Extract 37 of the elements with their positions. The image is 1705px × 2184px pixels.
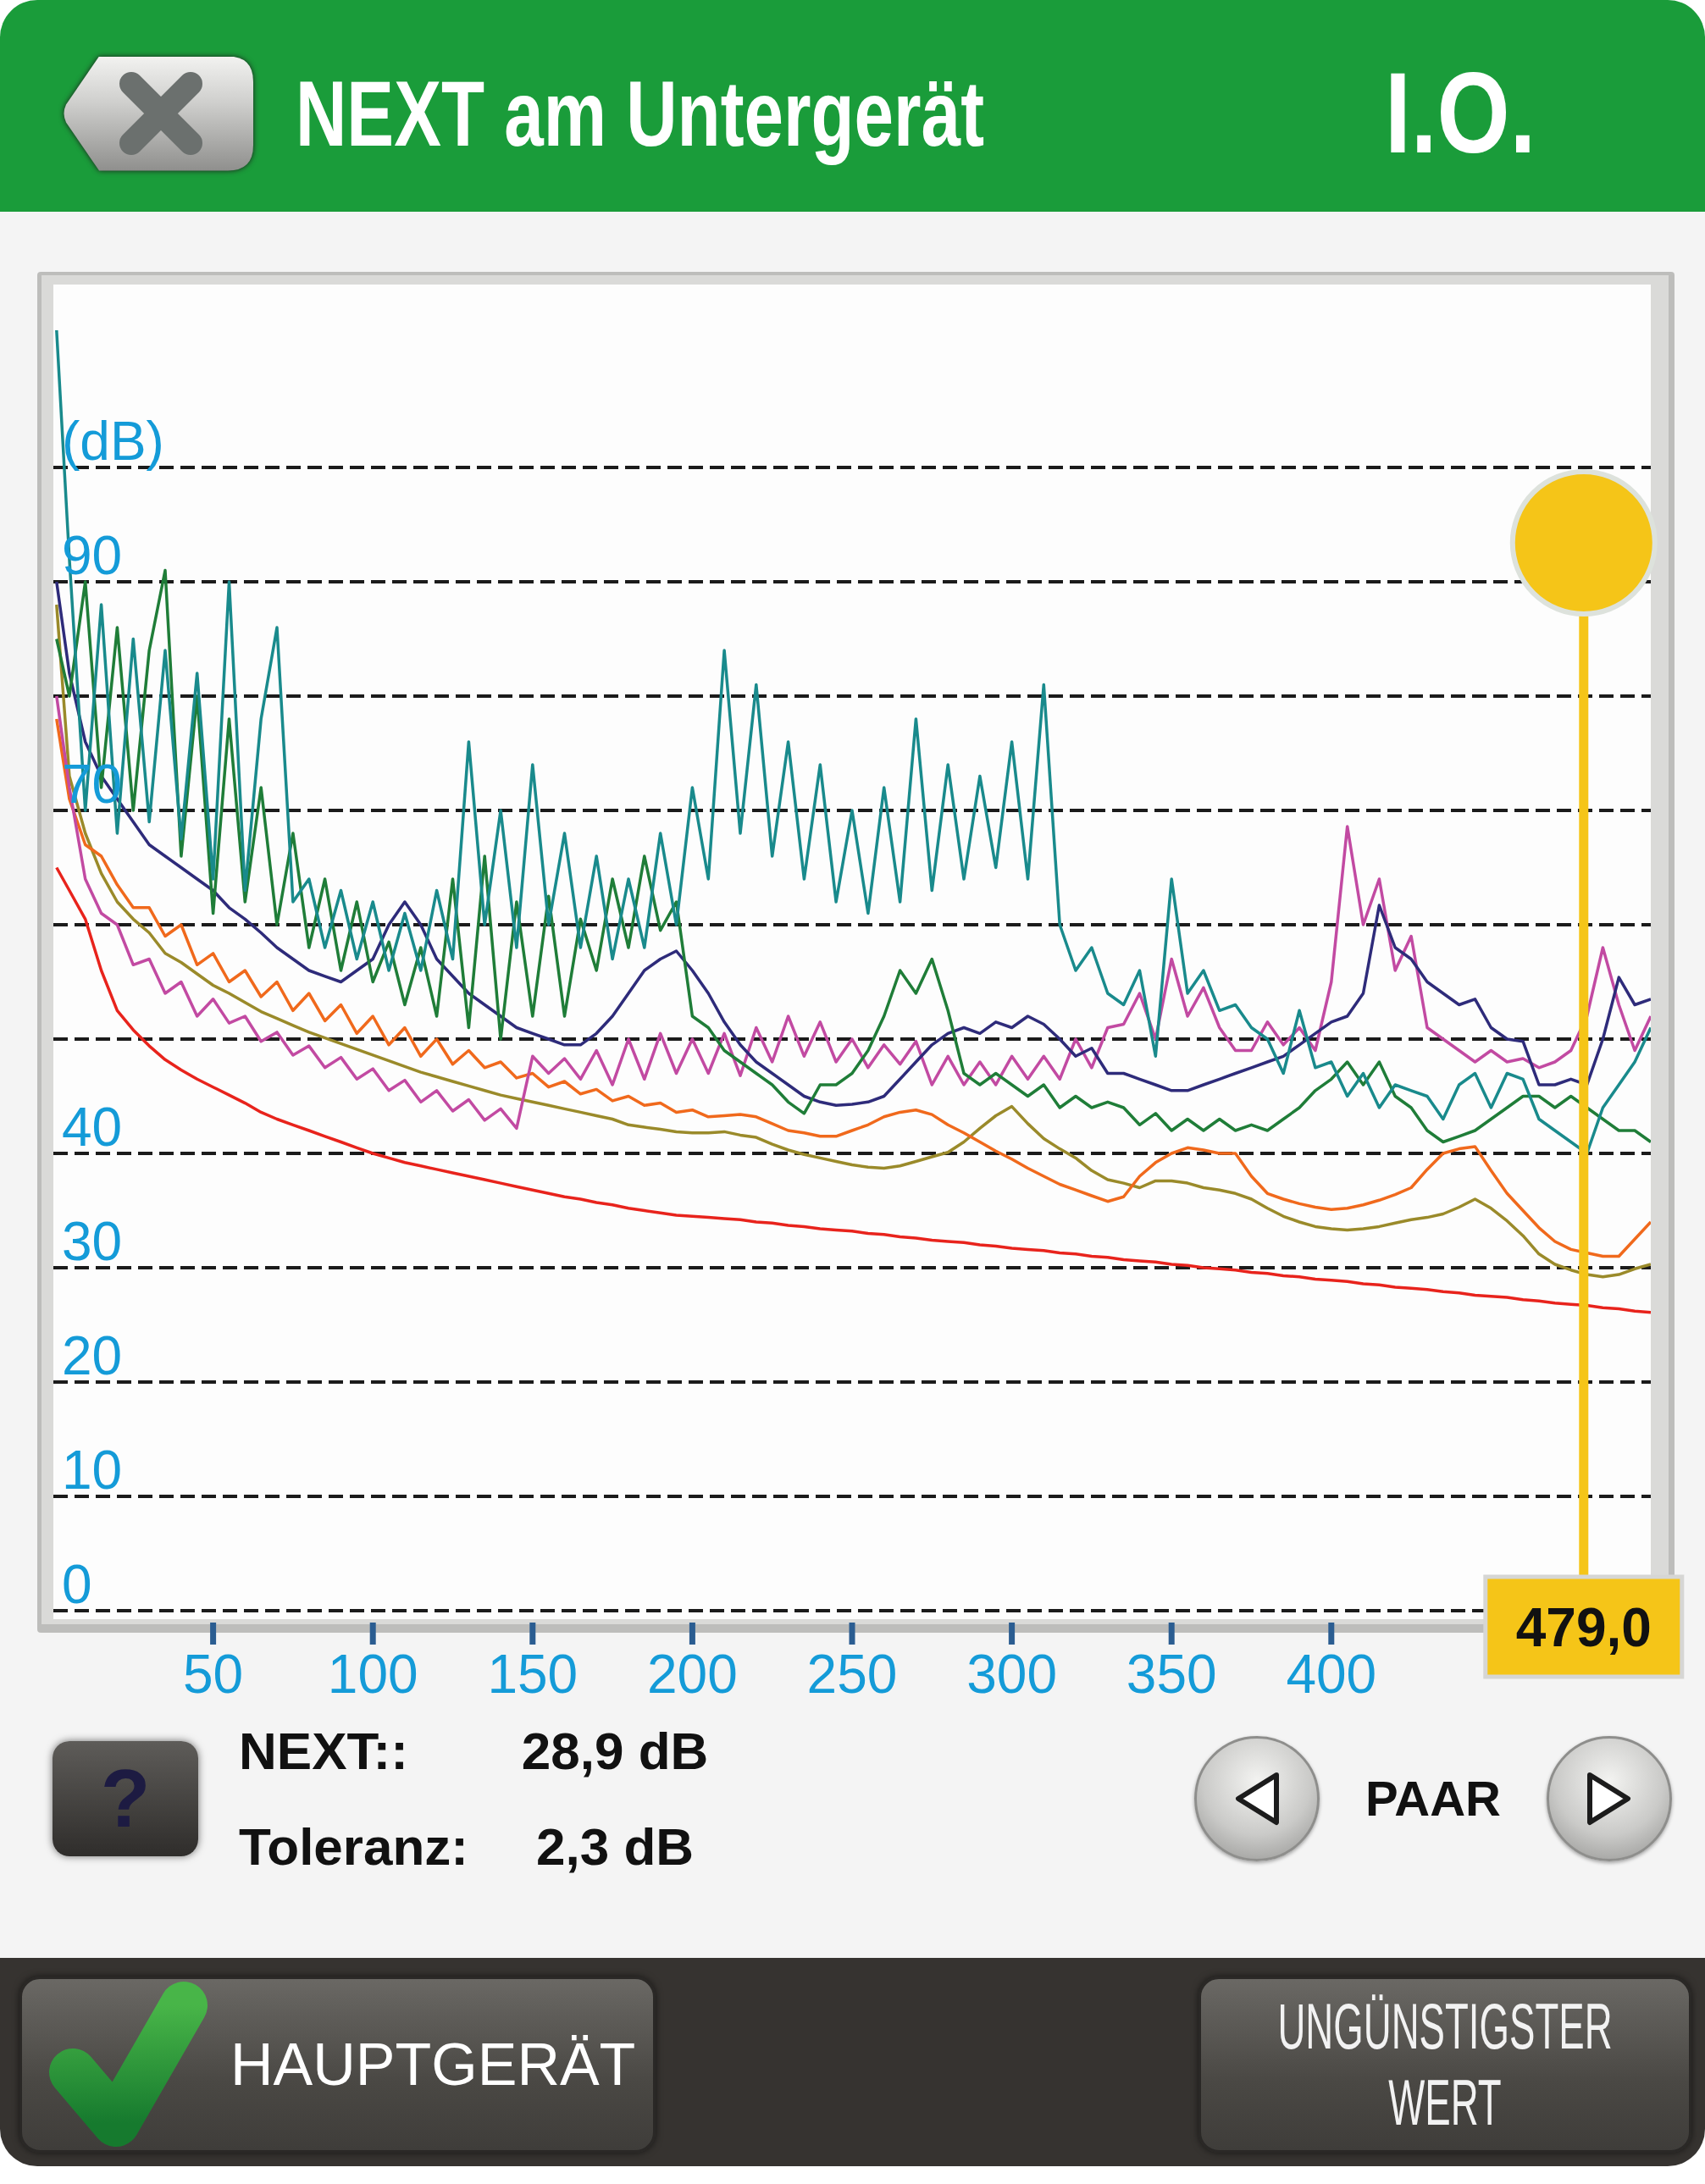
y-axis-label: 20 (62, 1325, 123, 1386)
reading-label: NEXT:: (239, 1720, 409, 1781)
x-axis-label: 150 (487, 1644, 578, 1705)
reading-label: Toleranz: (239, 1816, 469, 1877)
triangle-left-icon (1233, 1772, 1280, 1826)
x-axis-label: 200 (647, 1644, 738, 1705)
x-axis-label: 400 (1286, 1644, 1377, 1705)
footer-button[interactable]: UNGÜNSTIGSTER WERT (1198, 1977, 1691, 2153)
y-axis-label: 30 (62, 1211, 123, 1272)
y-axis-label: 0 (62, 1554, 92, 1615)
x-tick-mark (689, 1623, 695, 1645)
close-button[interactable] (62, 56, 253, 171)
footer-button[interactable]: HAUPTGERÄT (19, 1977, 656, 2153)
x-axis-label: 300 (966, 1644, 1057, 1705)
cursor-handle[interactable] (1509, 469, 1658, 616)
pair-label: PAAR (1365, 1770, 1501, 1827)
test-result: I.O. (1385, 47, 1536, 179)
reading-value: 2,3 dB (535, 1816, 695, 1877)
x-axis-label: 50 (183, 1644, 244, 1705)
y-axis-label: 10 (62, 1440, 123, 1501)
ref-line-label: 479,0 (1515, 1597, 1652, 1658)
y-axis-label: 40 (62, 1097, 123, 1158)
x-tick-mark (369, 1623, 376, 1645)
x-tick-mark (1328, 1623, 1335, 1645)
x-axis-label: 250 (806, 1644, 898, 1705)
y-axis-label: (dB) (62, 411, 164, 472)
x-tick-mark (210, 1623, 217, 1645)
x-tick-mark (849, 1623, 855, 1645)
screen-title: NEXT am Untergerät (296, 60, 984, 168)
x-tick-mark (1168, 1623, 1175, 1645)
cursor-readout: 479,0 (1483, 1574, 1685, 1679)
x-axis-label: 350 (1126, 1644, 1217, 1705)
x-tick-mark (1009, 1623, 1016, 1645)
reading-value: 28,9 dB (521, 1720, 709, 1781)
triangle-right-icon (1586, 1772, 1632, 1826)
x-axis-label: 100 (327, 1644, 418, 1705)
x-tick-mark (529, 1623, 536, 1645)
